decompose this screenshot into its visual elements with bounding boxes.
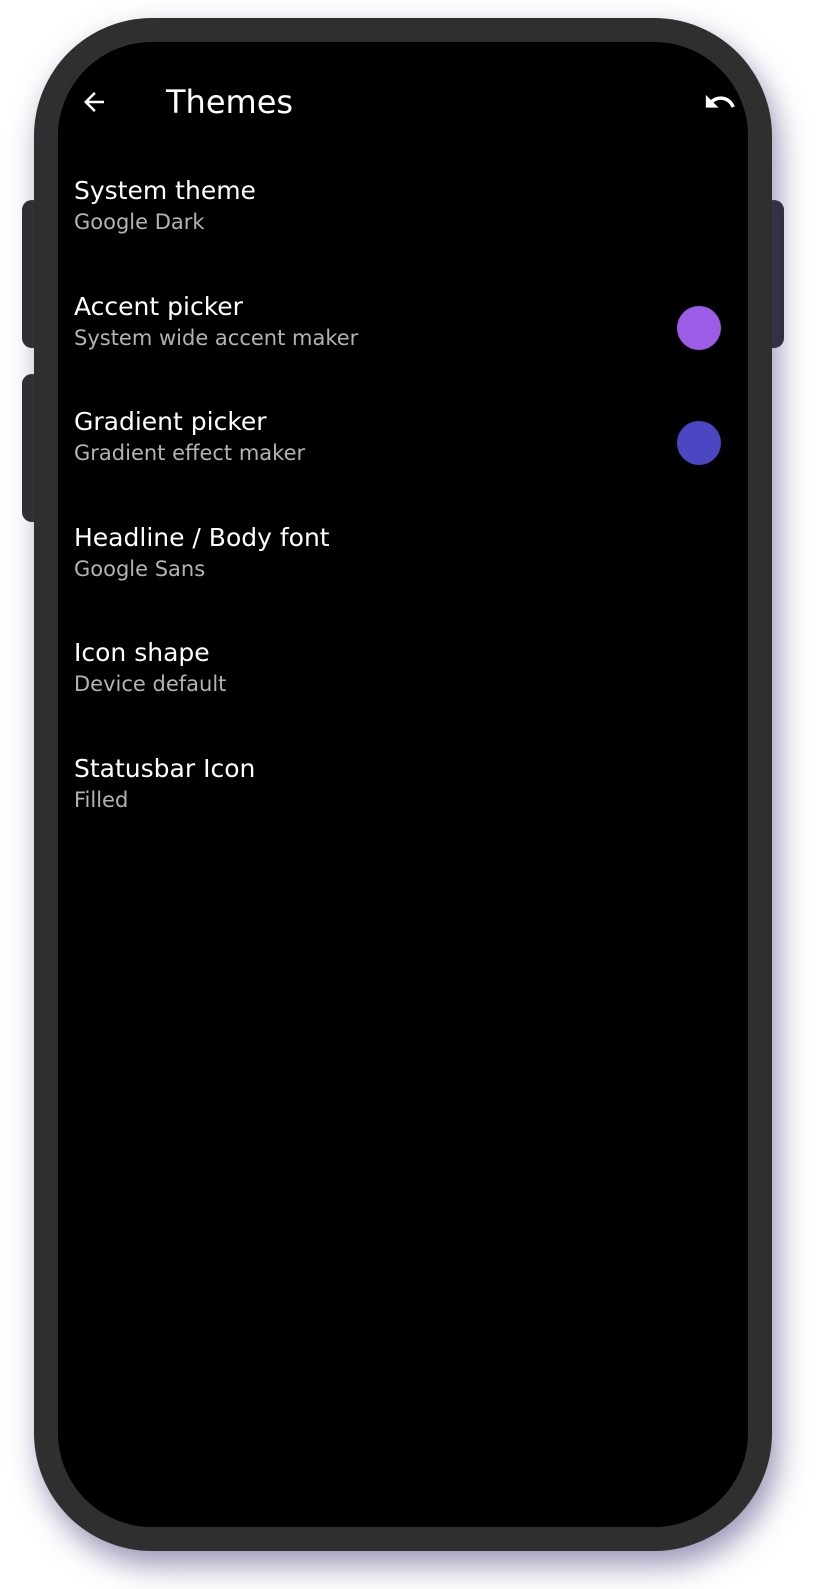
setting-system-theme[interactable]: System theme Google Dark — [58, 172, 748, 288]
reset-button[interactable] — [698, 80, 742, 124]
gradient-color-swatch[interactable] — [677, 421, 721, 465]
arrow-left-icon — [84, 92, 104, 112]
setting-title: Gradient picker — [74, 407, 267, 436]
page-title: Themes — [166, 83, 294, 121]
device-stage: Themes System theme Google Dark Accent p… — [0, 0, 818, 1589]
setting-icon-shape[interactable]: Icon shape Device default — [58, 634, 748, 750]
app-screen: Themes System theme Google Dark Accent p… — [58, 42, 748, 1527]
setting-title: Icon shape — [74, 638, 210, 667]
setting-title: Headline / Body font — [74, 522, 330, 552]
setting-summary: Google Dark — [74, 210, 205, 234]
back-button[interactable] — [72, 80, 116, 124]
accent-color-swatch[interactable] — [677, 305, 721, 350]
undo-icon — [705, 94, 735, 108]
setting-title: System theme — [74, 176, 256, 205]
setting-title: Statusbar Icon — [74, 753, 256, 783]
setting-summary: Device default — [74, 672, 227, 696]
setting-accent-picker[interactable]: Accent picker System wide accent maker — [58, 288, 748, 404]
setting-headline-body-font[interactable]: Headline / Body font Google Sans — [58, 519, 748, 635]
setting-statusbar-icon[interactable]: Statusbar Icon Filled — [58, 750, 748, 866]
settings-list: System theme Google Dark Accent picker S… — [58, 172, 748, 865]
app-bar: Themes — [58, 42, 748, 162]
setting-summary: Google Sans — [74, 556, 206, 581]
setting-summary: Filled — [74, 787, 129, 812]
setting-title: Accent picker — [74, 291, 243, 321]
setting-summary: Gradient effect maker — [74, 441, 306, 465]
setting-summary: System wide accent maker — [74, 325, 359, 350]
setting-gradient-picker[interactable]: Gradient picker Gradient effect maker — [58, 403, 748, 519]
